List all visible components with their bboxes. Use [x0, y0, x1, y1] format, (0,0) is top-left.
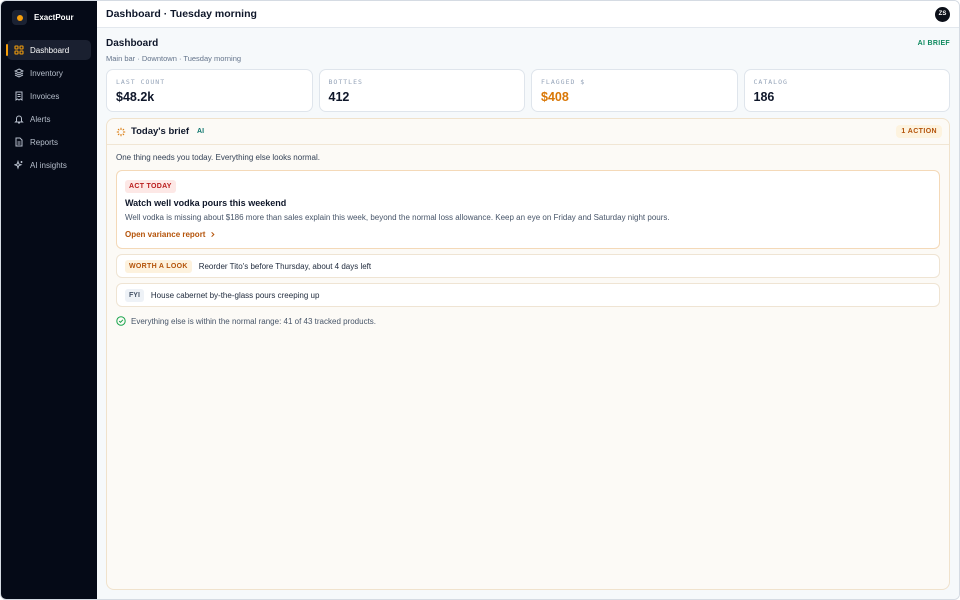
- stat-card-catalog: CATALOG 186: [743, 69, 950, 112]
- stat-value: 412: [328, 90, 350, 104]
- logo-icon: [12, 10, 27, 25]
- brief-title: Today's brief: [131, 126, 190, 137]
- avatar[interactable]: ZS: [935, 6, 950, 22]
- fyi-badge: FYI: [125, 288, 144, 302]
- page-header: Dashboard Main bar · Downtown · Tuesday …: [106, 38, 950, 63]
- act-today-card: ACT TODAY Watch well vodka pours this we…: [116, 170, 940, 249]
- page-title: Dashboard: [106, 38, 159, 49]
- fyi-item[interactable]: FYI House cabernet by-the-glass pours cr…: [116, 283, 940, 307]
- worth-a-look-item[interactable]: WORTH A LOOK Reorder Tito's before Thurs…: [116, 254, 940, 278]
- status-summary: Everything else is within the normal ran…: [116, 316, 940, 326]
- content: Dashboard Main bar · Downtown · Tuesday …: [97, 28, 959, 599]
- ai-brief-badge: AI BRIEF: [917, 40, 950, 47]
- sidebar-item-label: Alerts: [30, 114, 51, 124]
- grid-icon: [14, 45, 24, 55]
- brand-name: ExactPour: [34, 13, 74, 22]
- topbar: Dashboard · Tuesday morning ZS: [97, 1, 959, 28]
- bell-icon: [14, 114, 24, 124]
- sidebar-item-label: Inventory: [30, 68, 63, 78]
- act-description: Well vodka is missing about $186 more th…: [125, 213, 670, 222]
- sidebar-item-invoices[interactable]: Invoices: [7, 86, 91, 106]
- action-count-badge: 1 ACTION: [896, 125, 942, 138]
- check-circle-icon: [116, 316, 126, 326]
- sidebar: ExactPour Dashboard Inventory Invoices A…: [1, 1, 97, 599]
- stat-card-last-count: LAST COUNT $48.2k: [106, 69, 313, 112]
- ai-tag: AI: [197, 128, 205, 135]
- stat-value: $408: [541, 90, 569, 104]
- brief-lead: One thing needs you today. Everything el…: [116, 153, 320, 162]
- sidebar-item-alerts[interactable]: Alerts: [7, 109, 91, 129]
- chevron-right-icon: [211, 231, 216, 238]
- invoice-icon: [14, 91, 24, 101]
- sidebar-item-label: Invoices: [30, 91, 60, 101]
- sparkle-icon: [14, 160, 24, 170]
- main-area: Dashboard · Tuesday morning ZS Dashboard…: [97, 1, 959, 599]
- sidebar-item-dashboard[interactable]: Dashboard: [6, 40, 91, 60]
- sparkle-icon: [116, 127, 126, 137]
- link-label: Open variance report: [125, 230, 206, 239]
- brief-body: One thing needs you today. Everything el…: [107, 145, 949, 334]
- stat-card-flagged: FLAGGED $ $408: [531, 69, 738, 112]
- brand: ExactPour: [7, 10, 91, 40]
- breadcrumb: Main bar · Downtown · Tuesday morning: [106, 54, 242, 63]
- stat-label: FLAGGED $: [541, 78, 586, 86]
- stat-label: BOTTLES: [328, 78, 363, 86]
- app-window: ExactPour Dashboard Inventory Invoices A…: [0, 0, 960, 600]
- stat-value: $48.2k: [116, 90, 155, 104]
- open-variance-report-link[interactable]: Open variance report: [125, 230, 931, 239]
- stat-card-bottles: BOTTLES 412: [318, 69, 525, 112]
- sidebar-item-label: Reports: [30, 137, 59, 147]
- worth-a-look-badge: WORTH A LOOK: [125, 259, 192, 273]
- stat-label: CATALOG: [753, 78, 788, 86]
- todays-brief-panel: Today's brief AI 1 ACTION One thing need…: [106, 118, 950, 590]
- sidebar-item-label: Dashboard: [30, 45, 70, 55]
- sidebar-item-ai-insights[interactable]: AI insights: [7, 155, 91, 175]
- act-today-badge: ACT TODAY: [125, 180, 176, 193]
- act-title: Watch well vodka pours this weekend: [125, 198, 287, 208]
- document-icon: [14, 137, 24, 147]
- sidebar-item-inventory[interactable]: Inventory: [7, 63, 91, 83]
- stat-value: 186: [753, 90, 775, 104]
- stack-icon: [14, 68, 24, 78]
- item-text: Reorder Tito's before Thursday, about 4 …: [198, 261, 372, 271]
- stat-label: LAST COUNT: [116, 78, 166, 86]
- sidebar-item-reports[interactable]: Reports: [7, 132, 91, 152]
- stats-row: LAST COUNT $48.2k BOTTLES 412 FLAGGED $ …: [106, 69, 950, 112]
- brief-header: Today's brief AI 1 ACTION: [107, 119, 949, 145]
- item-text: House cabernet by-the-glass pours creepi…: [150, 290, 320, 300]
- topbar-title: Dashboard · Tuesday morning: [106, 8, 257, 20]
- sidebar-item-label: AI insights: [30, 160, 67, 170]
- status-summary-text: Everything else is within the normal ran…: [131, 316, 377, 326]
